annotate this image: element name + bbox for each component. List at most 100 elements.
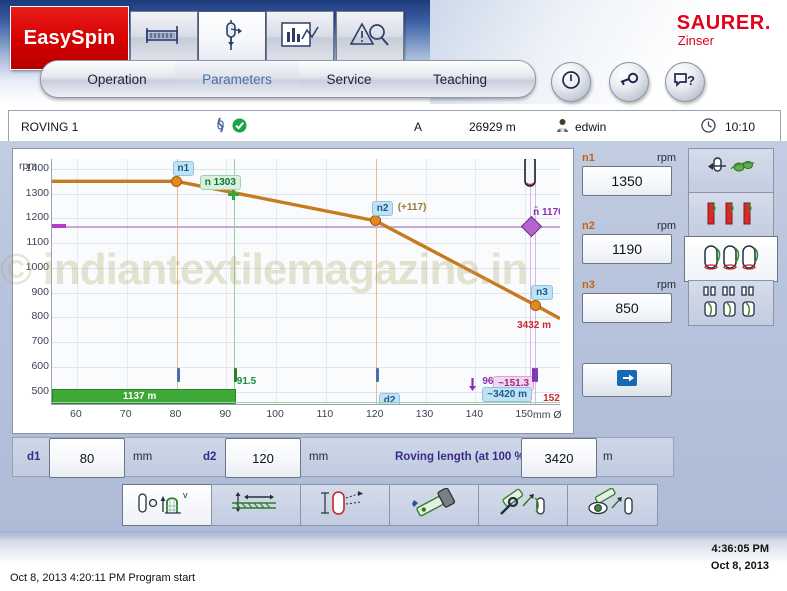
d2-label: d2 [203,451,217,463]
full-bobbins-icon [698,241,764,278]
x-tick-label: 120 [365,408,384,420]
roving-length-at-n3: 3432 m [517,319,552,331]
bottom-toolbar: v [122,484,660,526]
user-icon [556,118,569,136]
layer-traverse-icon [224,489,290,522]
machine-layout-icon-button[interactable] [130,11,198,63]
diameter-value-row: d1 80 mm d2 120 mm Roving length (at 100… [12,437,674,478]
speed-curve [52,179,560,321]
visual-inspect-icon-button[interactable] [567,484,658,526]
x-tick-label: 110 [316,408,334,420]
empty-tubes-icon [700,197,762,234]
tab-operation[interactable]: Operation [59,61,175,97]
user-name: edwin [575,119,607,134]
n1-unit: rpm [657,152,676,164]
bobbin-taper-icon-button[interactable] [300,484,391,526]
power-icon [561,70,581,95]
service-wrench-icon-button[interactable] [478,484,569,526]
package-handling-icon [402,487,468,523]
y-tick-label: 1300 [25,186,49,199]
roving-length-input[interactable]: 3420 [521,438,597,478]
y-tick-label: 1200 [25,211,49,224]
help-icon: ? [673,71,697,94]
x-tick-label: 80 [169,408,182,420]
next-button[interactable] [582,363,672,397]
n2-input[interactable]: 1190 [582,234,672,264]
y-tick-label: 700 [31,335,49,348]
progress-bar-label: 1137 m [122,391,157,402]
d2-tag: d2 [378,393,401,404]
footer-date: Oct 8, 2013 [710,560,769,572]
bobbin-rotate-icon [701,154,761,189]
alarm-inspect-icon [348,20,392,55]
chart-plot-area[interactable]: n1n2(+117)n3n 1303n̄ 11703432 m91.596~15… [51,159,560,405]
power-button[interactable] [551,62,591,102]
roving-length-unit: m [603,451,613,463]
n3-point[interactable] [529,299,541,311]
spindle-icon [219,18,245,57]
flyer-speed-chart-panel: rpm Flyer speed mm Ø n1n2(+117)n3n 1303n… [12,148,574,434]
tab-service[interactable]: Service [299,61,399,97]
report-chart-icon-button[interactable] [266,11,334,63]
svg-text:?: ? [687,73,695,88]
d2-input[interactable]: 120 [225,438,301,478]
x-tick-label: 60 [70,408,82,420]
footer-time: 4:36:05 PM [711,543,769,555]
key-icon [618,71,640,94]
tab-parameters[interactable]: Parameters [175,61,299,97]
doffing-icon-button[interactable] [688,280,774,326]
d1-input[interactable]: 80 [49,438,125,478]
d2-unit: mm [309,451,329,463]
help-button[interactable]: ? [665,62,705,102]
x-tick-label: 130 [415,408,434,420]
arrow-96: 96 [482,376,494,388]
spindle-icon-button[interactable] [198,11,266,63]
logo-main: SAURER. [676,12,771,34]
status-bar: ROVING 1 A 26929 m edwin 10:10 [8,110,781,143]
full-bobbins-icon-button[interactable] [684,236,778,282]
diameter-91-5: 91.5 [236,376,257,388]
clock-display: 10:10 [701,111,755,142]
full-bobbin-marker [523,159,537,192]
machine-side: A [414,119,423,134]
easyspin-label: EasySpin [23,26,116,49]
saurer-logo: SAURER. Zinser [677,13,771,49]
n1-point[interactable] [171,175,182,187]
n1-input[interactable]: 1350 [582,166,672,196]
bobbin-rotate-icon-button[interactable] [688,148,774,194]
package-handling-icon-button[interactable] [389,484,480,526]
bobbin-icon [214,116,227,137]
check-circle-icon [232,118,247,136]
alarm-inspect-icon-button[interactable] [336,11,404,63]
empty-tubes-icon-button[interactable] [688,192,774,238]
n2-label: n2 [582,220,595,232]
progress-baseline [52,402,560,403]
bobbin-mode-icon-column [684,148,778,328]
service-wrench-icon [491,488,557,523]
axis-marker-stub [535,368,539,382]
down-arrow-icon [468,378,477,396]
bobbin-build-icon-button[interactable]: v [122,484,213,526]
lot-name: ROVING 1 [21,119,79,134]
arrow-right-icon [616,368,638,393]
key-button[interactable] [609,62,649,102]
axis-marker-stub [176,368,180,382]
main-nav: Operation Parameters Service Teaching [40,60,536,98]
x-tick-label: 150 [515,408,533,420]
n-1303-marker: n 1303 [199,174,241,190]
report-chart-icon [278,20,322,55]
layer-traverse-icon-button[interactable] [211,484,302,526]
tab-teaching[interactable]: Teaching [399,61,521,97]
n1-label: n1 [582,152,595,164]
clock-time: 10:10 [725,119,756,134]
current-user: edwin [556,111,606,142]
n3-input[interactable]: 850 [582,293,672,323]
n1-tag: n1 [172,161,195,177]
d1-unit: mm [133,451,153,463]
machine-layout-icon [143,22,185,53]
d1-label: d1 [27,451,41,463]
y-tick-label: 1000 [25,260,49,273]
bobbin-build-icon: v [133,488,203,523]
logo-sub: Zinser [677,33,714,48]
n2-unit: rpm [657,220,676,232]
